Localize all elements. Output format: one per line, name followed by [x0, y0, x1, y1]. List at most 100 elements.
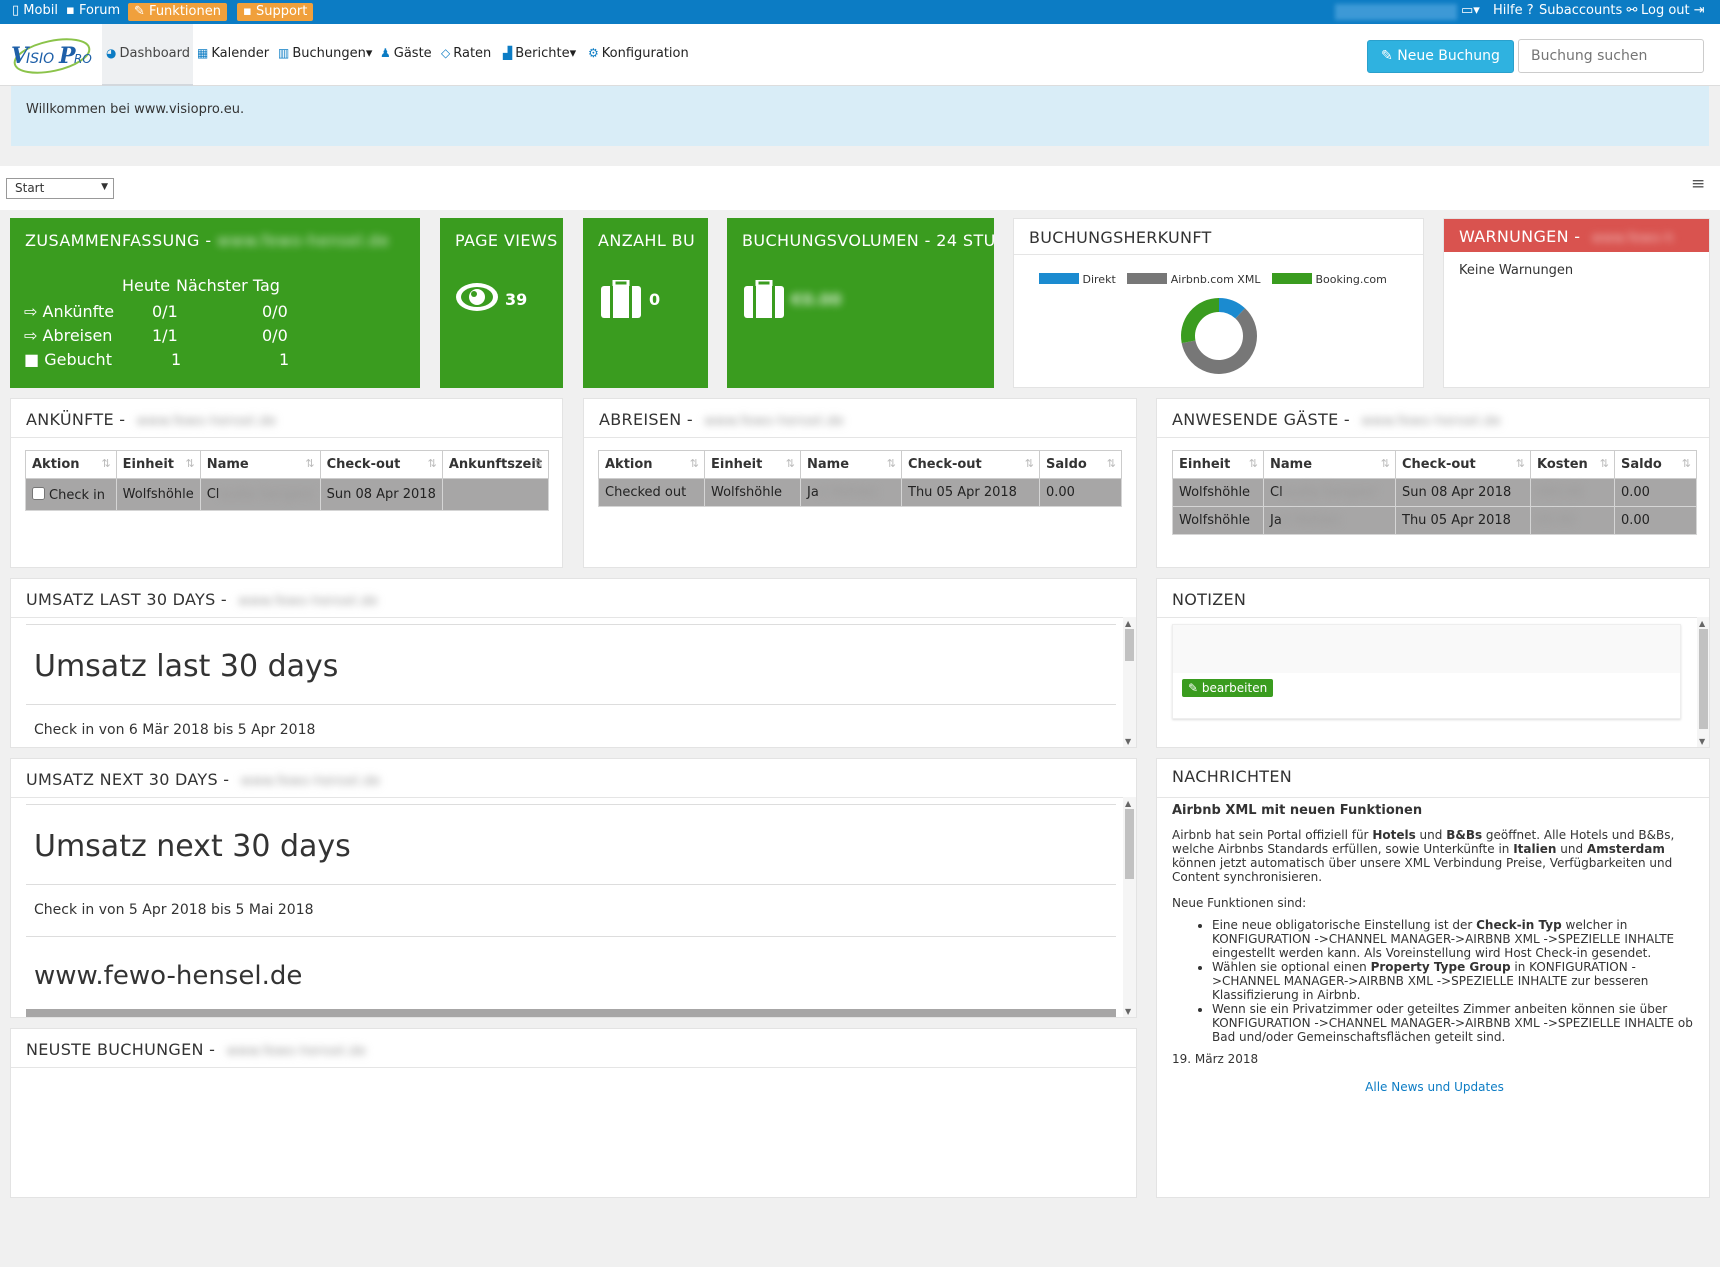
- booking-search-input[interactable]: [1518, 39, 1704, 73]
- edit-notes-button[interactable]: ✎ bearbeiten: [1182, 679, 1274, 697]
- forum-label: Forum: [78, 3, 121, 18]
- scroll-thumb[interactable]: [1125, 809, 1134, 879]
- cell-checkout: Sun 08 Apr 2018: [1395, 478, 1531, 507]
- check-in-checkbox[interactable]: [32, 486, 45, 500]
- briefcase-icon: ■: [24, 350, 40, 369]
- col-einheit[interactable]: Einheit ⇅: [704, 450, 801, 479]
- col-checkout[interactable]: Check-out ⇅: [901, 450, 1040, 479]
- revenue-next30-panel: UMSATZ NEXT 30 DAYS - www.fewo-hensel.de…: [10, 758, 1137, 1018]
- cell-checkout: Thu 05 Apr 2018: [901, 478, 1040, 507]
- booking-origin-title: BUCHUNGSHERKUNFT: [1029, 228, 1212, 247]
- scroll-thumb[interactable]: [1699, 629, 1708, 729]
- table-header-row: [26, 1009, 1116, 1017]
- logout-link[interactable]: Log out ⇥: [1641, 3, 1705, 18]
- arrivals-table: Aktion ⇅ Einheit ⇅ Name ⇅ Check-out ⇅ Ankunf…: [25, 450, 550, 511]
- summary-tile: ZUSAMMENFASSUNG - www.fewo-hensel.de Heu…: [10, 218, 420, 388]
- nav-dashboard-label: Dashboard: [119, 46, 191, 61]
- cell-einheit: Wolfshöhle: [1172, 478, 1264, 507]
- list-item: Wählen sie optional einen Property Type …: [1212, 960, 1697, 1002]
- sign-out-icon: ⇨: [24, 326, 38, 345]
- col-kosten[interactable]: Kosten ⇅: [1530, 450, 1615, 479]
- visiopro-logo[interactable]: V ISIO P RO: [7, 30, 97, 80]
- pageviews-title: PAGE VIEWS: [455, 231, 558, 250]
- booking-volume-tile: BUCHUNGSVOLUMEN - 24 STU €0.00: [727, 218, 994, 388]
- logout-icon: ⇥: [1693, 3, 1705, 18]
- col-einheit[interactable]: Einheit ⇅: [115, 450, 201, 479]
- revenue-last30-range: Check in von 6 Mär 2018 bis 5 Apr 2018: [34, 722, 316, 738]
- scrollbar[interactable]: ▲ ▼: [1697, 617, 1709, 747]
- divider: [26, 704, 1116, 705]
- hilfe-link[interactable]: Hilfe ?: [1493, 3, 1534, 18]
- sign-in-icon: ⇨: [24, 302, 38, 321]
- legend-swatch-booking: [1271, 273, 1312, 284]
- edit-notes-label: bearbeiten: [1201, 681, 1268, 695]
- divider: [11, 437, 562, 438]
- mobil-link[interactable]: ▯ Mobil: [12, 3, 58, 18]
- summary-row-label: Ankünfte: [42, 302, 115, 321]
- toolbar: [0, 166, 1720, 210]
- latest-bookings-title: NEUSTE BUCHUNGEN - www.fewo-hensel.de: [26, 1040, 367, 1059]
- sort-icon: ⇅: [1024, 457, 1034, 470]
- col-saldo[interactable]: Saldo ⇅: [1614, 450, 1697, 479]
- table-row: Wolfshöhle Claudia Sangeor Sun 08 Apr 20…: [1172, 478, 1697, 507]
- funktionen-link[interactable]: ✎ Funktionen: [128, 3, 227, 21]
- nav-berichte[interactable]: ▟ Berichte▾: [503, 46, 576, 61]
- summary-row: ■ Gebucht 1 1: [24, 348, 289, 372]
- scroll-thumb[interactable]: [1125, 629, 1134, 661]
- divider: [1157, 617, 1709, 618]
- revenue-next30-heading: Umsatz next 30 days: [34, 829, 351, 864]
- col-saldo[interactable]: Saldo ⇅: [1039, 450, 1122, 479]
- col-name[interactable]: Name ⇅: [800, 450, 902, 479]
- dashboard-icon: ◕: [106, 46, 117, 60]
- summary-col-today: Heute: [122, 276, 171, 295]
- sort-icon: ⇅: [1248, 457, 1258, 470]
- sort-icon: ⇅: [305, 457, 315, 470]
- forum-link[interactable]: ▪ Forum: [66, 3, 120, 18]
- sort-icon: ⇅: [1599, 457, 1609, 470]
- scroll-down-icon[interactable]: ▼: [1125, 1007, 1131, 1016]
- nav-gaeste[interactable]: ♟ Gäste: [380, 46, 432, 61]
- sort-icon: ⇅: [1106, 457, 1116, 470]
- list-item: Eine neue obligatorische Einstellung ist…: [1212, 918, 1697, 960]
- support-link[interactable]: ▪ Support: [237, 3, 314, 21]
- nav-kalender[interactable]: ▦ Kalender: [197, 46, 269, 61]
- revenue-next30-range: Check in von 5 Apr 2018 bis 5 Mai 2018: [34, 902, 314, 918]
- nav-konfiguration[interactable]: ⚙ Konfiguration: [588, 46, 689, 61]
- col-name[interactable]: Name ⇅: [199, 450, 321, 479]
- col-name[interactable]: Name ⇅: [1263, 450, 1396, 479]
- col-einheit[interactable]: Einheit ⇅: [1172, 450, 1264, 479]
- view-select[interactable]: Start ▼: [6, 178, 114, 199]
- menu-icon[interactable]: ≡: [1691, 174, 1705, 194]
- check-in-label: Check in: [49, 487, 105, 503]
- booking-origin-donut: [1181, 298, 1257, 374]
- new-booking-button[interactable]: ✎ Neue Buchung: [1367, 40, 1514, 73]
- legend-swatch-direkt: [1039, 273, 1079, 284]
- notes-box: ✎ bearbeiten: [1172, 624, 1681, 719]
- warnings-text: Keine Warnungen: [1459, 263, 1574, 278]
- scroll-down-icon[interactable]: ▼: [1125, 737, 1131, 746]
- col-checkout[interactable]: Check-out ⇅: [1395, 450, 1531, 479]
- scroll-up-icon[interactable]: ▲: [1699, 619, 1705, 628]
- scroll-up-icon[interactable]: ▲: [1125, 799, 1131, 808]
- nav-buchungen[interactable]: ▥ Buchungen▾: [278, 46, 372, 61]
- col-checkout[interactable]: Check-out ⇅: [319, 450, 443, 479]
- summary-row-today: 0/1: [152, 302, 178, 321]
- scroll-up-icon[interactable]: ▲: [1125, 619, 1131, 628]
- nav-dashboard[interactable]: ◕ Dashboard: [106, 46, 190, 61]
- select-arrow-icon: ▼: [101, 182, 108, 192]
- col-aktion[interactable]: Aktion ⇅: [25, 450, 117, 479]
- all-news-link[interactable]: Alle News und Updates: [1172, 1080, 1697, 1094]
- summary-row: ⇨ Ankünfte 0/1 0/0: [24, 300, 288, 324]
- scroll-down-icon[interactable]: ▼: [1699, 737, 1705, 746]
- col-aktion[interactable]: Aktion ⇅: [598, 450, 705, 479]
- table-row: Check in Wolfshöhle Claudia Sangeor Sun …: [25, 478, 550, 511]
- summary-row-today: 1/1: [152, 326, 178, 345]
- nav-raten[interactable]: ◇ Raten: [441, 46, 491, 61]
- legend-label: Direkt: [1082, 273, 1116, 286]
- scrollbar[interactable]: ▲ ▼: [1123, 797, 1136, 1017]
- subaccounts-link[interactable]: Subaccounts ⚯: [1539, 3, 1637, 18]
- scrollbar[interactable]: ▲ ▼: [1123, 617, 1136, 747]
- col-ankunftszeit[interactable]: Ankunftszeit ⇅: [441, 450, 550, 479]
- summary-row-next: 0/0: [262, 302, 288, 321]
- monitor-dropdown[interactable]: ▭▾: [1461, 3, 1480, 18]
